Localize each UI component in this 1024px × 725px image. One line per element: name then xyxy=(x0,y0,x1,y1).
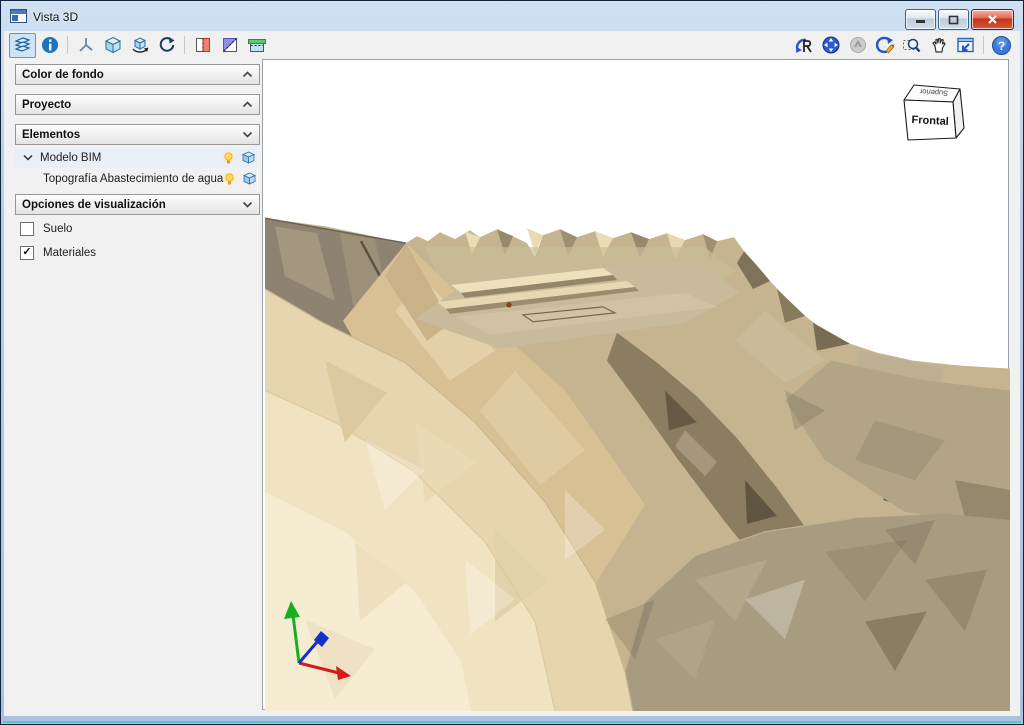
zoom-window-button[interactable] xyxy=(898,33,925,58)
info-button[interactable] xyxy=(36,33,63,58)
cube-3d-icon xyxy=(104,36,121,54)
layers-button[interactable] xyxy=(9,32,36,58)
title-bar[interactable]: Vista 3D xyxy=(4,2,1020,31)
window-title: Vista 3D xyxy=(33,9,79,24)
previous-view-button[interactable] xyxy=(790,33,817,58)
minimize-icon xyxy=(916,20,925,23)
close-icon xyxy=(988,14,997,24)
checkbox-row-materiales[interactable]: ✓ Materiales xyxy=(15,242,260,263)
section-plane-diagonal-button[interactable] xyxy=(216,33,243,58)
close-button[interactable] xyxy=(971,9,1014,30)
layers-icon xyxy=(14,37,31,52)
section-plane-top-button[interactable] xyxy=(243,33,270,58)
svg-text:?: ? xyxy=(998,39,1005,53)
tree-row-modelo-bim[interactable]: Modelo BIM xyxy=(15,147,258,168)
redraw-icon xyxy=(875,36,894,54)
panel-label: Color de fondo xyxy=(22,68,104,81)
view-cube[interactable]: Superior Frontal xyxy=(896,76,970,150)
section-plane-x-icon xyxy=(195,38,210,52)
solid-view-cube-icon[interactable] xyxy=(243,172,257,185)
panel-header-color-de-fondo[interactable]: Color de fondo xyxy=(15,64,260,85)
materiales-checkbox[interactable]: ✓ xyxy=(20,245,34,260)
toolbar-separator xyxy=(67,36,68,54)
axes-tripod-button[interactable] xyxy=(72,33,99,58)
panel-label: Proyecto xyxy=(22,98,72,111)
z-axis-arrow xyxy=(284,601,301,664)
rotate-view-icon xyxy=(159,37,174,52)
checkbox-label: Materiales xyxy=(43,246,97,259)
section-plane-diagonal-icon xyxy=(222,38,238,53)
pan-hand-icon xyxy=(931,37,946,53)
orbit-cube-button[interactable] xyxy=(126,33,153,58)
solid-view-cube-icon[interactable] xyxy=(242,151,255,164)
cube-3d-button[interactable] xyxy=(99,33,126,58)
visibility-bulb-icon[interactable] xyxy=(222,150,235,165)
zoom-extents-button[interactable] xyxy=(817,33,844,58)
tree-row-topografia[interactable]: Topografía Abastecimiento de agua xyxy=(15,168,258,189)
suelo-checkbox[interactable] xyxy=(20,221,34,236)
panel-header-opciones-visualizacion[interactable]: Opciones de visualización xyxy=(15,194,260,215)
y-axis-arrow xyxy=(297,631,329,664)
zoom-selection-disabled-icon xyxy=(849,37,866,53)
section-plane-x-button[interactable] xyxy=(189,33,216,58)
chevron-down-icon xyxy=(242,131,253,138)
chevron-down-icon xyxy=(242,201,253,208)
axes-tripod-icon xyxy=(78,38,93,52)
section-plane-top-icon xyxy=(247,39,266,52)
chevron-up-icon xyxy=(242,71,253,78)
visibility-bulb-icon[interactable] xyxy=(223,171,236,186)
maximize-icon xyxy=(948,15,959,24)
previous-view-icon xyxy=(795,38,812,53)
checkbox-label: Suelo xyxy=(43,222,73,235)
chevron-up-icon xyxy=(242,101,253,108)
orbit-cube-icon xyxy=(131,37,148,53)
sidebar: Color de fondo Proyecto Elementos Modelo… xyxy=(4,59,262,716)
tree-item-label: Topografía Abastecimiento de agua xyxy=(43,172,224,185)
x-axis-arrow xyxy=(298,661,351,680)
terrain-mesh xyxy=(265,217,1010,711)
help-button[interactable]: ? xyxy=(988,33,1015,58)
toolbar-separator xyxy=(983,36,984,54)
panel-label: Elementos xyxy=(22,128,81,141)
rotate-view-button[interactable] xyxy=(153,33,180,58)
pan-hand-button[interactable] xyxy=(925,33,952,58)
panel-header-elementos[interactable]: Elementos xyxy=(15,124,260,145)
zoom-selection-disabled-button xyxy=(844,33,871,58)
viewport-3d[interactable]: Superior Frontal xyxy=(262,59,1010,711)
checkbox-row-suelo[interactable]: Suelo xyxy=(15,218,260,239)
app-window-icon xyxy=(10,9,27,23)
panel-label: Opciones de visualización xyxy=(22,198,166,211)
view-cube-front-label: Frontal xyxy=(911,114,949,128)
toolbar-separator xyxy=(184,36,185,54)
client-area: Color de fondo Proyecto Elementos Modelo… xyxy=(4,59,1020,716)
app-window: Vista 3D ? Color de fondo Proyecto Eleme… xyxy=(0,0,1024,725)
tree-item-label: Modelo BIM xyxy=(40,151,102,164)
help-icon: ? xyxy=(992,35,1011,55)
axis-gizmo xyxy=(284,601,351,680)
panel-header-proyecto[interactable]: Proyecto xyxy=(15,94,260,115)
minimize-button[interactable] xyxy=(905,9,936,30)
fit-window-icon xyxy=(957,37,974,53)
main-toolbar: ? xyxy=(4,31,1020,59)
zoom-extents-icon xyxy=(822,36,839,54)
tree-expand-icon[interactable] xyxy=(23,154,33,161)
redraw-button[interactable] xyxy=(871,33,898,58)
maximize-button[interactable] xyxy=(938,9,969,30)
zoom-window-icon xyxy=(903,38,921,53)
info-icon xyxy=(41,37,58,53)
fit-window-button[interactable] xyxy=(952,33,979,58)
